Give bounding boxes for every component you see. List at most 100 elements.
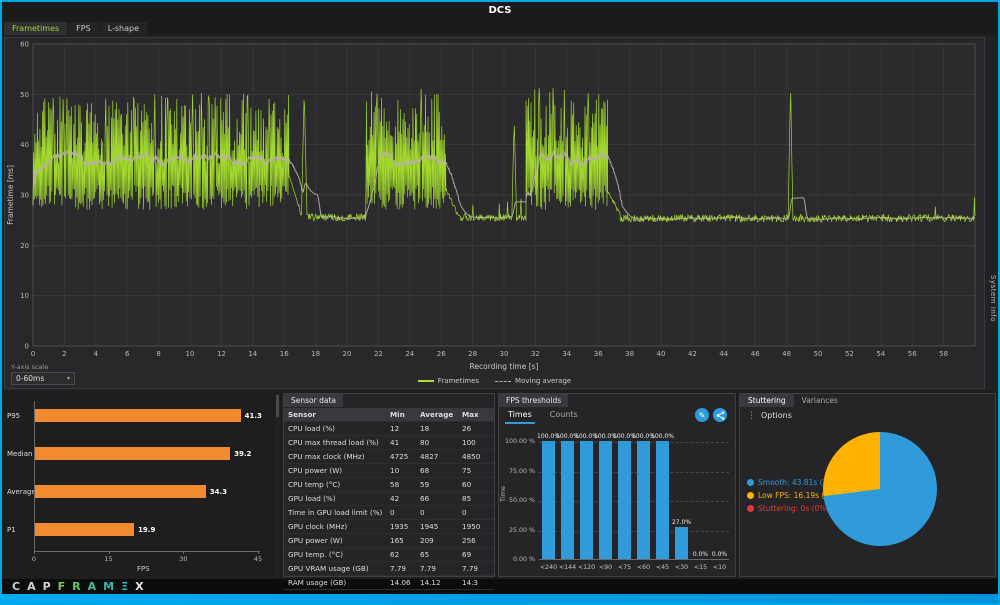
sensor-cell: 209 bbox=[420, 535, 434, 545]
tab-frametimes[interactable]: Frametimes bbox=[4, 22, 68, 35]
tab-counts[interactable]: Counts bbox=[547, 408, 581, 424]
sensor-cell: CPU max clock (MHz) bbox=[288, 451, 365, 461]
sensor-cell: 14.06 bbox=[390, 577, 411, 587]
options-button[interactable]: ⋮ Options bbox=[747, 411, 792, 420]
bar-value: 100.0% bbox=[651, 432, 674, 440]
options-label: Options bbox=[761, 411, 792, 420]
sensor-row: CPU load (%) 12 18 26 bbox=[284, 422, 494, 436]
svg-text:12: 12 bbox=[217, 350, 226, 358]
legend-item: Moving average bbox=[495, 377, 571, 385]
legend-label: Moving average bbox=[515, 377, 572, 385]
stuttering-pie-chart bbox=[823, 432, 937, 546]
logo-letter: M bbox=[103, 580, 115, 593]
bar bbox=[542, 441, 555, 559]
svg-text:10: 10 bbox=[20, 292, 29, 300]
sensor-cell: 75 bbox=[462, 465, 472, 475]
tab-l-shape[interactable]: L-shape bbox=[99, 22, 148, 35]
sensor-cell: GPU power (W) bbox=[288, 535, 343, 545]
svg-text:54: 54 bbox=[876, 350, 885, 358]
tab-fps[interactable]: FPS bbox=[68, 22, 99, 35]
x-tick-label: <144 bbox=[558, 564, 577, 571]
tab-stuttering[interactable]: Stuttering bbox=[740, 394, 794, 407]
svg-text:50: 50 bbox=[20, 91, 29, 99]
svg-text:42: 42 bbox=[688, 350, 697, 358]
x-tick-label: <60 bbox=[636, 564, 651, 571]
edit-button[interactable]: ✎ bbox=[695, 408, 709, 422]
pencil-icon: ✎ bbox=[698, 410, 706, 420]
fps-percentiles-chart: P95 41.3 Median 39.2 Average 34.3 P1 19.9 0 15 30 4… bbox=[4, 393, 272, 577]
x-tick-label: <75 bbox=[617, 564, 632, 571]
x-tick-label: 30 bbox=[179, 555, 188, 563]
sensor-cell: 12 bbox=[390, 423, 400, 433]
legend-label: Frametimes bbox=[437, 377, 480, 385]
sensor-row: GPU load (%) 42 66 85 bbox=[284, 492, 494, 506]
sensor-data-panel: Sensor data Sensor Min Average Max CPU load … bbox=[283, 393, 495, 590]
svg-text:48: 48 bbox=[782, 350, 791, 358]
sensor-col-header: Max bbox=[462, 409, 479, 419]
svg-text:52: 52 bbox=[845, 350, 854, 358]
bar-value: 41.3 bbox=[244, 412, 262, 420]
chart-legend: Frametimes Moving average bbox=[5, 377, 984, 385]
svg-text:30: 30 bbox=[500, 350, 509, 358]
panel-resize-handle[interactable] bbox=[275, 393, 280, 577]
bottom-panels: P95 41.3 Median 39.2 Average 34.3 P1 19.9 0 15 30 4… bbox=[2, 391, 998, 590]
thresholds-tab-bar: Times Counts bbox=[505, 408, 581, 424]
svg-text:36: 36 bbox=[594, 350, 603, 358]
kebab-menu-icon: ⋮ bbox=[747, 410, 756, 421]
svg-text:26: 26 bbox=[437, 350, 446, 358]
x-tick bbox=[108, 551, 110, 554]
sensor-cell: 66 bbox=[420, 493, 430, 503]
sensor-cell: 4827 bbox=[420, 451, 439, 461]
bar-value: 0.0% bbox=[692, 550, 709, 558]
x-tick-label: 45 bbox=[253, 555, 263, 563]
sensor-row: CPU max thread load (%) 41 80 100 bbox=[284, 436, 494, 450]
legend-item: Frametimes bbox=[417, 377, 480, 385]
sensor-cell: 68 bbox=[420, 465, 430, 475]
x-tick-label: <10 bbox=[712, 564, 727, 571]
legend-dot bbox=[747, 505, 754, 512]
sensor-cell: 4725 bbox=[390, 451, 409, 461]
svg-text:20: 20 bbox=[20, 242, 29, 250]
svg-text:24: 24 bbox=[405, 350, 414, 358]
svg-text:60: 60 bbox=[20, 41, 29, 49]
svg-text:46: 46 bbox=[751, 350, 760, 358]
x-tick-label: <240 bbox=[539, 564, 558, 571]
logo-letter: X bbox=[135, 580, 144, 593]
bar-label: Median bbox=[7, 450, 33, 458]
legend-dot bbox=[747, 479, 754, 486]
sensor-row: GPU power (W) 165 209 256 bbox=[284, 534, 494, 548]
sensor-cell: 0 bbox=[390, 507, 395, 517]
bar-value: 19.9 bbox=[138, 526, 156, 534]
legend-line-sample bbox=[417, 380, 434, 382]
tab-times[interactable]: Times bbox=[505, 408, 535, 424]
y-tick-label: 75.00 % bbox=[508, 467, 535, 475]
sensor-row: CPU temp (°C) 58 59 60 bbox=[284, 478, 494, 492]
sensor-cell: CPU load (%) bbox=[288, 423, 335, 433]
sensor-data-tab[interactable]: Sensor data bbox=[284, 394, 343, 407]
svg-text:34: 34 bbox=[562, 350, 571, 358]
stuttering-tab-bar: Stuttering Variances bbox=[740, 394, 846, 407]
tab-variances[interactable]: Variances bbox=[794, 394, 846, 407]
sensor-col-header: Sensor bbox=[288, 409, 316, 419]
stuttering-panel: Stuttering Variances ⋮ Options Smooth: 43… bbox=[739, 393, 996, 577]
sensor-cell: Time in GPU load limit (%) bbox=[288, 507, 383, 517]
sensor-row: GPU VRAM usage (GB) 7.79 7.79 7.79 bbox=[284, 562, 494, 576]
system-info-tab[interactable]: System Info bbox=[989, 275, 997, 322]
legend-label: Stuttering: 0s (0%) bbox=[758, 504, 830, 513]
bar-label: P95 bbox=[7, 412, 21, 420]
sensor-row: RAM usage (GB) 14.06 14.12 14.3 bbox=[284, 576, 494, 590]
bar bbox=[637, 441, 650, 559]
sensor-cell: 58 bbox=[390, 479, 400, 489]
svg-text:22: 22 bbox=[374, 350, 383, 358]
fps-thresholds-tab[interactable]: FPS thresholds bbox=[499, 394, 569, 407]
sensor-cell: 256 bbox=[462, 535, 476, 545]
x-tick-label: <30 bbox=[674, 564, 689, 571]
sensor-cell: GPU temp. (°C) bbox=[288, 549, 344, 559]
y-tick-label: 50.00 % bbox=[508, 497, 535, 504]
logo-letter: A bbox=[87, 580, 97, 593]
sensor-cell: 100 bbox=[462, 437, 476, 447]
bar bbox=[561, 441, 574, 559]
svg-text:20: 20 bbox=[343, 350, 352, 358]
sensor-cell: 85 bbox=[462, 493, 472, 503]
share-button[interactable] bbox=[713, 408, 727, 422]
